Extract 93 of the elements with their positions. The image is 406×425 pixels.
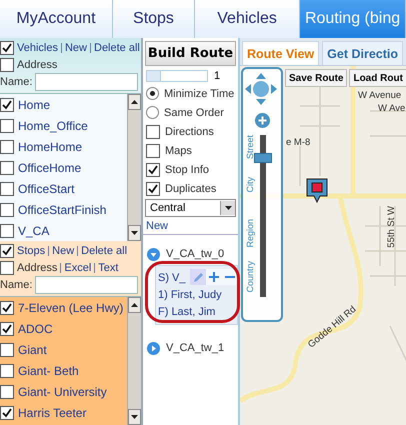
link[interactable]: New <box>64 42 87 54</box>
name-field[interactable] <box>35 276 138 294</box>
list-item[interactable]: Home <box>18 98 50 112</box>
zoom-level-label: Street <box>245 135 256 160</box>
checkbox[interactable] <box>0 58 14 72</box>
checkbox[interactable] <box>146 162 160 176</box>
plus-icon[interactable] <box>206 269 222 285</box>
address-label: Address <box>17 262 58 274</box>
nav-tab[interactable]: MyAccount <box>0 0 113 38</box>
checkbox[interactable] <box>0 406 14 420</box>
route-stop[interactable]: S) V_ <box>158 272 186 284</box>
route-stop[interactable]: F) Last, Jim <box>158 306 216 318</box>
list-item[interactable]: Harris Teeter <box>18 406 86 420</box>
link[interactable]: Excel <box>64 262 92 274</box>
list-item[interactable]: OfficeStart <box>18 182 74 196</box>
route-stop[interactable]: 1) First, Judy <box>158 288 222 300</box>
checkbox[interactable] <box>0 118 14 132</box>
zoom-in-icon[interactable] <box>255 113 270 128</box>
checkbox[interactable] <box>0 182 14 196</box>
expand-icon[interactable] <box>147 342 160 354</box>
list-item[interactable]: Giant <box>18 342 47 356</box>
list-item[interactable]: Giant- University <box>18 384 107 398</box>
radio-button[interactable] <box>146 106 159 119</box>
zoom-level-label: Country <box>245 261 256 293</box>
street-label: e M-8 <box>286 137 310 148</box>
checkbox[interactable] <box>0 384 14 398</box>
nav-tab[interactable]: Vehicles <box>195 0 300 38</box>
checkbox[interactable] <box>0 41 14 55</box>
street-label: W Ave <box>378 103 406 114</box>
caret-icon[interactable] <box>224 206 232 210</box>
radio-button[interactable] <box>146 87 159 100</box>
checkbox[interactable] <box>146 182 160 196</box>
collapse-icon[interactable] <box>147 248 160 260</box>
zoom-level-label: Region <box>245 219 256 248</box>
route-name[interactable]: V_CA_tw_1 <box>166 342 224 354</box>
street-label: W Avenue <box>358 90 402 101</box>
checkbox[interactable] <box>0 342 14 356</box>
up-arrow-icon[interactable] <box>131 100 138 104</box>
option-label: Stop Info <box>165 164 210 176</box>
checkbox[interactable] <box>146 144 160 158</box>
option-label: Same Order <box>164 106 224 118</box>
link[interactable]: Text <box>98 262 118 274</box>
option-label: Maps <box>165 144 192 156</box>
checkbox[interactable] <box>0 261 14 275</box>
region-dropdown[interactable]: Central <box>145 199 236 217</box>
checkbox[interactable] <box>0 98 14 112</box>
new-link[interactable]: New <box>143 218 238 235</box>
up-arrow-icon[interactable] <box>131 303 138 307</box>
list-item[interactable]: ADOC <box>18 322 53 336</box>
checkbox[interactable] <box>0 160 14 174</box>
map-marker-icon <box>306 178 328 203</box>
street-label: 55th St W <box>386 206 397 248</box>
name-field[interactable] <box>35 73 138 91</box>
slider-value: 1 <box>214 70 220 82</box>
list-item[interactable]: HomeHome <box>18 140 82 154</box>
slider[interactable] <box>146 70 208 82</box>
checkbox[interactable] <box>146 124 160 138</box>
list-item[interactable]: Giant- Beth <box>18 364 79 378</box>
option-label: Directions <box>165 126 214 138</box>
list-item[interactable]: OfficeHome <box>18 160 82 174</box>
checkbox[interactable] <box>0 140 14 154</box>
nav-tab[interactable]: Stops <box>112 0 196 38</box>
checkbox[interactable] <box>0 364 14 378</box>
name-label: Name: <box>0 279 32 291</box>
list-item[interactable]: OfficeStartFinish <box>18 202 106 216</box>
down-arrow-icon[interactable] <box>131 415 138 419</box>
checkbox[interactable] <box>0 224 14 238</box>
list-item[interactable]: 7-Eleven (Lee Hwy) <box>18 300 124 314</box>
link[interactable]: Stops <box>17 245 46 257</box>
option-label: Minimize Time <box>164 88 234 100</box>
link[interactable]: New <box>52 245 74 257</box>
pan-icon[interactable] <box>245 73 277 105</box>
down-arrow-icon[interactable] <box>131 231 138 235</box>
option-label: Duplicates <box>165 182 216 194</box>
list-item[interactable]: V_CA <box>18 224 50 238</box>
link[interactable]: Delete all <box>81 245 128 257</box>
list-item[interactable]: Home_Office <box>18 118 88 132</box>
checkbox[interactable] <box>0 244 14 258</box>
scrollbar[interactable] <box>127 297 141 425</box>
checkbox[interactable] <box>0 300 14 314</box>
link[interactable]: Delete all <box>94 42 140 54</box>
map-tab[interactable]: Get Directio <box>322 41 404 65</box>
scrollbar[interactable] <box>127 94 141 241</box>
checkbox[interactable] <box>0 322 14 336</box>
map-button[interactable]: Load Rout <box>349 69 406 87</box>
route-name[interactable]: V_CA_tw_0 <box>166 248 224 260</box>
address-label: Address <box>17 59 58 71</box>
checkbox[interactable] <box>0 202 14 216</box>
map-button[interactable]: Save Route <box>285 69 348 87</box>
link[interactable]: Vehicles <box>17 42 58 54</box>
name-label: Name: <box>0 76 32 88</box>
zoom-level-label: City <box>245 177 256 192</box>
build-route-button[interactable]: Build Route <box>145 41 236 66</box>
